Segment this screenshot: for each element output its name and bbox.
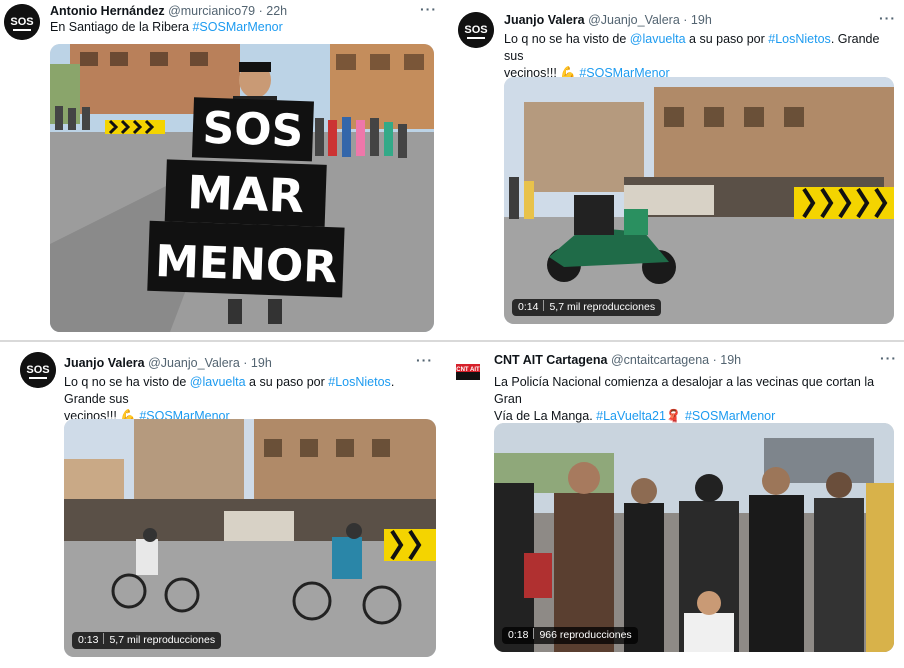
sign-line-2: MAR: [186, 165, 305, 223]
separator-dot: ·: [683, 13, 688, 27]
video-duration: 0:14: [518, 301, 539, 313]
avatar[interactable]: SOS: [4, 4, 40, 40]
sign-line-1: SOS: [202, 103, 305, 157]
police-crowd-video-frame: [494, 423, 894, 652]
video-info-badge: 0:18 966 reproducciones: [502, 627, 638, 644]
timestamp[interactable]: 19h: [691, 13, 712, 27]
timestamp[interactable]: 19h: [251, 356, 272, 370]
tweet-card-1[interactable]: SOS Antonio Hernández @murcianico79 · 22…: [0, 0, 446, 340]
more-options-icon[interactable]: ···: [879, 10, 896, 26]
hashtag-link[interactable]: #LosNietos: [328, 375, 391, 389]
video-views: 5,7 mil reproducciones: [109, 634, 216, 646]
svg-text:SOS: SOS: [10, 16, 33, 28]
more-options-icon[interactable]: ···: [880, 350, 897, 366]
separator-dot: ·: [243, 356, 248, 370]
user-handle[interactable]: @cntaitcartagena: [611, 353, 709, 367]
more-options-icon[interactable]: ···: [420, 1, 437, 17]
display-name[interactable]: Juanjo Valera: [504, 13, 585, 27]
tweet-card-2[interactable]: SOS Juanjo Valera @Juanjo_Valera · 19h ·…: [452, 4, 904, 334]
scarf-emoji: 🧣: [665, 409, 682, 423]
tweet-text: Lo q no se ha visto de @lavuelta a su pa…: [504, 32, 880, 80]
video-info-badge: 0:14 5,7 mil reproducciones: [512, 299, 662, 316]
avatar[interactable]: SOS: [458, 12, 494, 48]
avatar[interactable]: CNT AIT: [450, 354, 486, 390]
svg-text:CNT AIT: CNT AIT: [456, 367, 480, 373]
display-name[interactable]: Antonio Hernández: [50, 4, 165, 18]
hashtag-link[interactable]: #LaVuelta21: [596, 409, 666, 423]
display-name[interactable]: CNT AIT Cartagena: [494, 353, 607, 367]
tweet-header: Antonio Hernández @murcianico79 · 22h: [50, 4, 287, 18]
user-handle[interactable]: @Juanjo_Valera: [148, 356, 240, 370]
tweet-card-4[interactable]: CNT AIT CNT AIT Cartagena @cntaitcartage…: [446, 346, 904, 664]
video-views: 966 reproducciones: [539, 629, 632, 641]
hashtag-link[interactable]: #SOSMarMenor: [192, 20, 282, 34]
tweet-video[interactable]: 0:18 966 reproducciones: [494, 423, 894, 652]
cyclists-video-frame: [64, 419, 436, 657]
tweet-text: Lo q no se ha visto de @lavuelta a su pa…: [64, 375, 395, 423]
display-name[interactable]: Juanjo Valera: [64, 356, 145, 370]
hashtag-link[interactable]: #SOSMarMenor: [685, 409, 775, 423]
video-views: 5,7 mil reproducciones: [549, 301, 656, 313]
tweet-text: La Policía Nacional comienza a desalojar…: [494, 375, 875, 423]
user-handle[interactable]: @murcianico79: [168, 4, 255, 18]
more-options-icon[interactable]: ···: [416, 352, 433, 368]
tweet-header: Juanjo Valera @Juanjo_Valera · 19h: [64, 356, 272, 370]
tweet-card-3[interactable]: SOS Juanjo Valera @Juanjo_Valera · 19h ·…: [12, 346, 444, 664]
tweet-video[interactable]: 0:14 5,7 mil reproducciones: [504, 77, 894, 324]
separator-dot: ·: [258, 4, 263, 18]
user-handle[interactable]: @Juanjo_Valera: [588, 13, 680, 27]
video-info-badge: 0:13 5,7 mil reproducciones: [72, 632, 222, 649]
tweet-photo[interactable]: SOS MAR MENOR: [50, 44, 434, 332]
mention-link[interactable]: @lavuelta: [630, 32, 686, 46]
tweet-header: CNT AIT Cartagena @cntaitcartagena · 19h: [494, 353, 741, 367]
tweet-text: En Santiago de la Ribera #SOSMarMenor: [50, 20, 283, 34]
video-duration: 0:18: [508, 629, 529, 641]
sos-mar-menor-logo: SOS: [458, 12, 494, 48]
protester-sign-photo: SOS MAR MENOR: [50, 44, 434, 332]
panel-divider: [0, 340, 904, 342]
sos-mar-menor-logo: SOS: [4, 4, 40, 40]
svg-text:SOS: SOS: [26, 364, 49, 376]
hashtag-link[interactable]: #LosNietos: [768, 32, 831, 46]
timestamp[interactable]: 22h: [266, 4, 287, 18]
tweet-header: Juanjo Valera @Juanjo_Valera · 19h: [504, 13, 712, 27]
sos-mar-menor-logo: SOS: [20, 352, 56, 388]
tweet-video[interactable]: 0:13 5,7 mil reproducciones: [64, 419, 436, 657]
avatar[interactable]: SOS: [20, 352, 56, 388]
mention-link[interactable]: @lavuelta: [190, 375, 246, 389]
timestamp[interactable]: 19h: [720, 353, 741, 367]
separator-dot: ·: [712, 353, 717, 367]
svg-text:SOS: SOS: [464, 24, 487, 36]
video-duration: 0:13: [78, 634, 99, 646]
motorbike-video-frame: [504, 77, 894, 324]
cnt-ait-logo: CNT AIT: [450, 354, 486, 390]
sign-line-3: MENOR: [154, 236, 338, 293]
